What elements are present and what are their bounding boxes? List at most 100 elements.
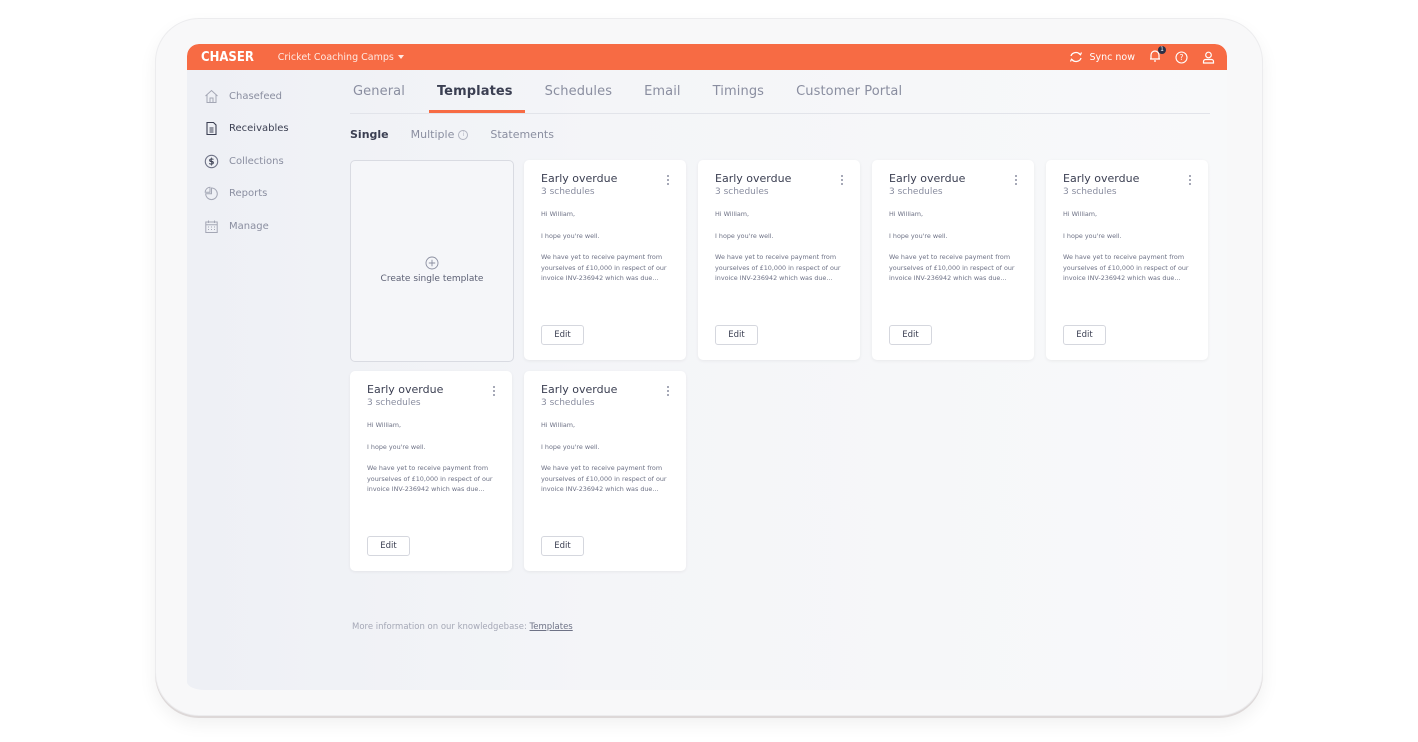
template-card: Early overdue 3 schedules Hi William, I … [524,371,686,571]
preview-body: We have yet to receive payment from your… [889,253,1015,282]
preview-body: We have yet to receive payment from your… [715,253,841,282]
tab-schedules[interactable]: Schedules [545,80,612,112]
app-screen: CHASER Cricket Coaching Camps Sync now 1… [187,44,1227,690]
more-options-icon[interactable] [839,175,845,189]
sidebar-item-receivables[interactable]: Receivables [187,113,337,146]
sync-now-button[interactable]: Sync now [1069,51,1135,63]
template-card: Early overdue 3 schedules Hi William, I … [350,371,512,571]
template-preview: Hi William, I hope you're well. We have … [1063,209,1193,295]
edit-template-button[interactable]: Edit [889,325,932,345]
sidebar-item-label: Collections [229,155,284,167]
sync-label: Sync now [1089,51,1135,63]
preview-line: I hope you're well. [1063,231,1122,240]
template-schedule-count: 3 schedules [541,398,595,408]
top-bar: CHASER Cricket Coaching Camps Sync now 1… [187,44,1227,70]
template-preview: Hi William, I hope you're well. We have … [889,209,1019,295]
subtab-label: Single [350,128,389,141]
sidebar-item-label: Chasefeed [229,90,282,102]
svg-text:?: ? [1180,53,1184,62]
plus-circle-icon [425,256,439,270]
home-icon [205,89,218,103]
preview-greeting: Hi William, [541,421,576,429]
sidebar-item-label: Manage [229,220,269,232]
help-icon[interactable]: ? [1175,50,1188,64]
preview-line: I hope you're well. [367,442,426,451]
tab-email[interactable]: Email [644,80,681,112]
template-title: Early overdue [889,172,966,185]
subtab-statements[interactable]: Statements [490,128,554,141]
preview-line: I hope you're well. [541,231,600,240]
subtab-single[interactable]: Single [350,128,389,141]
preview-greeting: Hi William, [1063,210,1098,218]
edit-template-button[interactable]: Edit [715,325,758,345]
template-title: Early overdue [1063,172,1140,185]
dollar-circle-icon: $ [204,154,219,168]
info-icon[interactable]: i [458,129,469,140]
preview-greeting: Hi William, [715,210,750,218]
notifications-button[interactable]: 1 [1149,46,1166,65]
more-options-icon[interactable] [665,386,671,400]
org-switcher[interactable]: Cricket Coaching Camps [278,52,404,63]
knowledgebase-text: More information on our knowledgebase: [352,622,530,632]
preview-greeting: Hi William, [367,421,402,429]
template-title: Early overdue [715,172,792,185]
template-preview: Hi William, I hope you're well. We have … [715,209,845,295]
preview-body: We have yet to receive payment from your… [541,253,667,282]
template-preview: Hi William, I hope you're well. We have … [367,420,497,506]
edit-template-button[interactable]: Edit [367,536,410,556]
sync-icon [1070,51,1083,63]
preview-greeting: Hi William, [889,210,924,218]
main-content: General Templates Schedules Email Timing… [350,80,1210,632]
sidebar-item-chasefeed[interactable]: Chasefeed [187,80,337,113]
template-schedule-count: 3 schedules [541,187,595,197]
tab-customer-portal[interactable]: Customer Portal [796,80,902,112]
tab-general[interactable]: General [353,80,405,112]
sidebar-item-manage[interactable]: Manage [187,210,337,243]
user-icon[interactable] [1202,51,1215,64]
template-card: Early overdue 3 schedules Hi William, I … [698,160,860,360]
sidebar: Chasefeed Receivables $ Collections Repo… [187,80,337,243]
preview-body: We have yet to receive payment from your… [541,464,667,493]
template-title: Early overdue [367,383,444,396]
logo[interactable]: CHASER [201,50,254,65]
notification-badge: 1 [1158,46,1166,54]
template-card: Early overdue 3 schedules Hi William, I … [524,160,686,360]
caret-down-icon [397,55,404,59]
subtab-multiple[interactable]: Multiple i [411,128,469,141]
preview-greeting: Hi William, [541,210,576,218]
sidebar-item-collections[interactable]: $ Collections [187,145,337,178]
templates-link[interactable]: Templates [530,622,573,632]
more-options-icon[interactable] [491,386,497,400]
svg-text:$: $ [209,157,215,167]
subtab-label: Statements [490,128,554,141]
tab-timings[interactable]: Timings [713,80,764,112]
template-schedule-count: 3 schedules [715,187,769,197]
template-preview: Hi William, I hope you're well. We have … [541,209,671,295]
template-card: Early overdue 3 schedules Hi William, I … [872,160,1034,360]
calendar-icon [205,220,218,233]
edit-template-button[interactable]: Edit [541,325,584,345]
edit-template-button[interactable]: Edit [1063,325,1106,345]
template-type-tabs: Single Multiple i Statements [350,128,1210,141]
sidebar-item-reports[interactable]: Reports [187,178,337,211]
tab-templates[interactable]: Templates [428,80,525,113]
template-schedule-count: 3 schedules [367,398,421,408]
template-schedule-count: 3 schedules [1063,187,1117,197]
settings-tabs: General Templates Schedules Email Timing… [350,80,1210,114]
template-title: Early overdue [541,172,618,185]
edit-template-button[interactable]: Edit [541,536,584,556]
more-options-icon[interactable] [1013,175,1019,189]
sidebar-item-label: Receivables [229,123,289,135]
template-title: Early overdue [541,383,618,396]
more-options-icon[interactable] [1187,175,1193,189]
create-template-card[interactable]: Create single template [350,160,514,362]
preview-body: We have yet to receive payment from your… [1063,253,1189,282]
template-schedule-count: 3 schedules [889,187,943,197]
pie-chart-icon [204,187,218,201]
preview-line: I hope you're well. [715,231,774,240]
more-options-icon[interactable] [665,175,671,189]
sidebar-item-label: Reports [229,188,268,200]
create-template-label: Create single template [380,274,484,284]
template-card: Early overdue 3 schedules Hi William, I … [1046,160,1208,360]
preview-line: I hope you're well. [541,442,600,451]
